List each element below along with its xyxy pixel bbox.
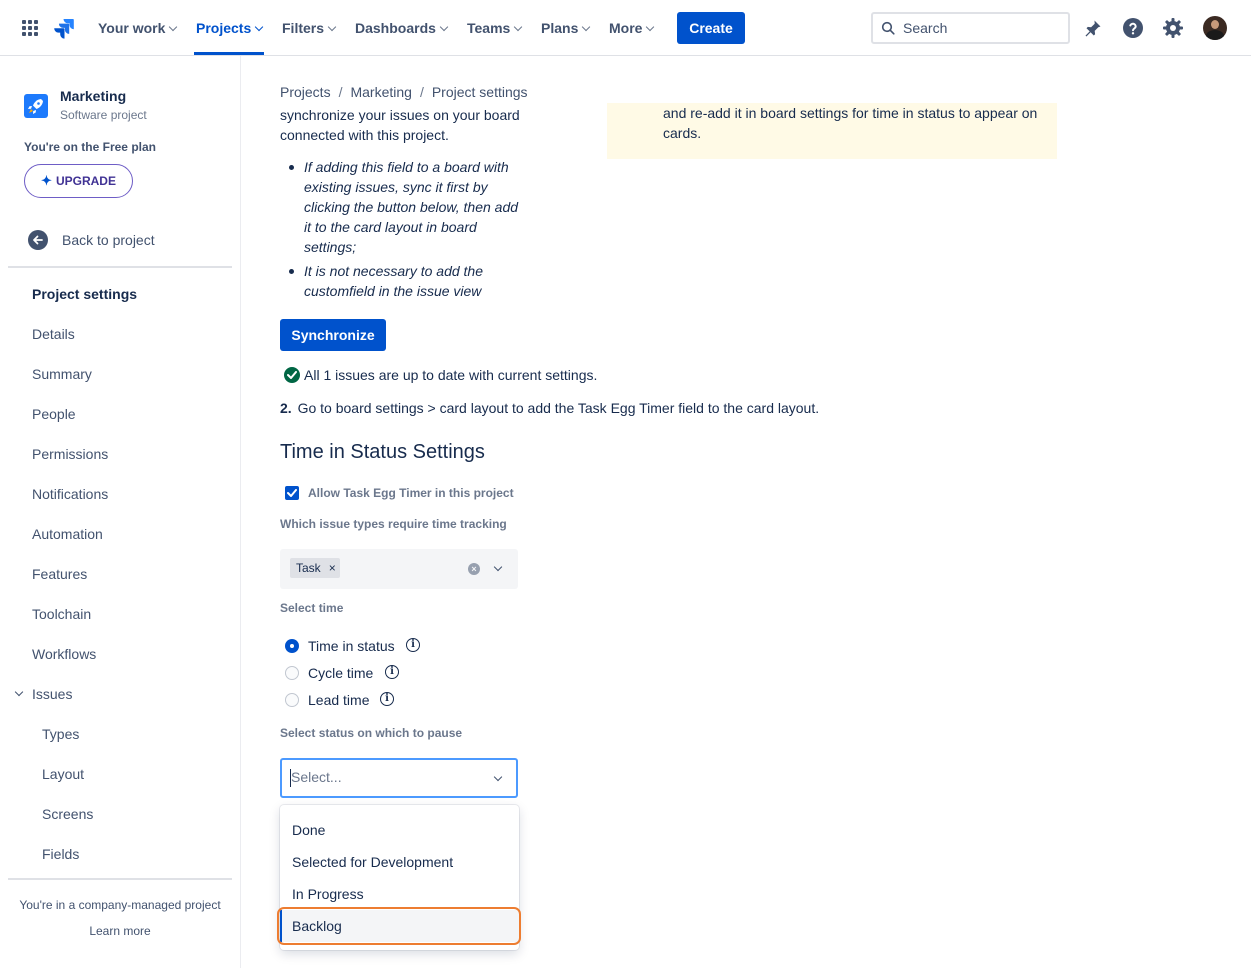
sidebar-item-issues[interactable]: Issues <box>32 684 72 704</box>
nav-more[interactable]: More <box>609 18 655 38</box>
synchronize-button[interactable]: Synchronize <box>280 319 386 351</box>
issue-types-multiselect[interactable]: Task × × <box>280 549 518 589</box>
nav-projects[interactable]: Projects <box>196 18 264 38</box>
project-type: Software project <box>60 108 147 122</box>
chevron-down-icon <box>582 22 591 32</box>
create-button[interactable]: Create <box>677 12 745 44</box>
step-two-text: 2. Go to board settings > card layout to… <box>280 400 820 416</box>
sidebar-divider <box>8 266 232 268</box>
option-done[interactable]: Done <box>280 814 519 846</box>
chevron-down-icon <box>169 22 178 32</box>
sidebar-item-people[interactable]: People <box>32 404 76 424</box>
sidebar-divider <box>8 878 232 880</box>
remove-tag-icon[interactable]: × <box>329 561 336 575</box>
chevron-down-icon[interactable] <box>493 562 503 572</box>
sidebar-item-layout[interactable]: Layout <box>42 764 84 784</box>
search-icon <box>881 21 895 35</box>
user-avatar[interactable] <box>1203 16 1227 40</box>
clear-icon[interactable]: × <box>468 563 480 575</box>
radio-unselected-icon <box>285 693 299 707</box>
top-navigation: Your work Projects Filters Dashboards Te… <box>0 0 1251 56</box>
chevron-down-icon <box>439 22 449 32</box>
sidebar-item-fields[interactable]: Fields <box>42 844 79 864</box>
project-rocket-icon <box>24 94 48 118</box>
project-name: Marketing <box>60 88 127 104</box>
info-icon[interactable]: i <box>385 665 399 679</box>
sparkle-icon: ✦ <box>41 173 52 188</box>
radio-unselected-icon <box>285 666 299 680</box>
sidebar-item-summary[interactable]: Summary <box>32 364 92 384</box>
active-nav-indicator <box>194 52 264 55</box>
sidebar-item-workflows[interactable]: Workflows <box>32 644 96 664</box>
sidebar-item-automation[interactable]: Automation <box>32 524 103 544</box>
nav-teams[interactable]: Teams <box>467 18 523 38</box>
app-switcher-icon[interactable] <box>22 20 38 36</box>
warning-text: and re-add it in board settings for time… <box>663 105 1038 141</box>
upgrade-button[interactable]: ✦ UPGRADE <box>24 164 133 198</box>
jira-logo-icon[interactable] <box>52 16 76 40</box>
notifications-icon[interactable] <box>1081 16 1105 40</box>
chevron-down-icon <box>646 22 655 32</box>
issue-types-label: Which issue types require time tracking <box>280 517 507 531</box>
plan-text: You're on the Free plan <box>24 140 156 154</box>
option-selected-for-development[interactable]: Selected for Development <box>280 846 519 878</box>
sidebar-item-toolchain[interactable]: Toolchain <box>32 604 91 624</box>
sidebar-section-title: Project settings <box>32 286 138 302</box>
issue-type-tag: Task × <box>290 558 340 578</box>
settings-gear-icon[interactable] <box>1161 16 1185 40</box>
learn-more-link[interactable]: Learn more <box>0 924 240 938</box>
sidebar-item-notifications[interactable]: Notifications <box>32 484 108 504</box>
nav-filters[interactable]: Filters <box>282 18 337 38</box>
breadcrumb-projects[interactable]: Projects <box>280 84 331 100</box>
sidebar-item-details[interactable]: Details <box>32 324 75 344</box>
option-backlog[interactable]: Backlog <box>280 910 519 942</box>
pause-status-label: Select status on which to pause <box>280 726 463 740</box>
chevron-down-icon[interactable] <box>14 687 24 697</box>
select-time-label: Select time <box>280 601 344 615</box>
search-input[interactable]: Search <box>871 12 1070 44</box>
warning-panel: and re-add it in board settings for time… <box>607 103 1057 159</box>
instructions-list: If adding this field to a board with exi… <box>286 157 526 305</box>
list-item: It is not necessary to add the customfie… <box>286 261 526 301</box>
sidebar-item-features[interactable]: Features <box>32 564 87 584</box>
check-circle-icon <box>284 367 300 383</box>
help-icon[interactable] <box>1121 16 1145 40</box>
breadcrumb-marketing[interactable]: Marketing <box>350 84 411 100</box>
breadcrumb-project-settings[interactable]: Project settings <box>432 84 528 100</box>
sidebar-item-screens[interactable]: Screens <box>42 804 93 824</box>
list-item: If adding this field to a board with exi… <box>286 157 526 257</box>
info-icon[interactable]: i <box>406 638 420 652</box>
info-icon[interactable]: i <box>380 692 394 706</box>
company-managed-text: You're in a company-managed project <box>19 898 221 912</box>
checkbox-checked-icon <box>285 486 299 500</box>
chevron-down-icon <box>514 22 523 32</box>
breadcrumb: Projects / Marketing / Project settings <box>280 84 528 100</box>
nav-plans[interactable]: Plans <box>541 18 591 38</box>
chevron-down-icon <box>327 22 337 32</box>
arrow-left-icon <box>28 230 48 250</box>
select-placeholder: Select... <box>291 769 342 785</box>
chevron-down-icon <box>255 22 264 32</box>
option-in-progress[interactable]: In Progress <box>280 878 519 910</box>
chevron-down-icon[interactable] <box>493 772 503 782</box>
nav-dashboards[interactable]: Dashboards <box>355 18 449 38</box>
status-dropdown-menu: Done Selected for Development In Progres… <box>280 805 519 950</box>
sidebar-item-types[interactable]: Types <box>42 724 79 744</box>
project-sidebar: Marketing Software project You're on the… <box>0 56 241 968</box>
intro-text: synchronize your issues on your board co… <box>280 107 520 143</box>
sidebar-item-permissions[interactable]: Permissions <box>32 444 108 464</box>
nav-your-work[interactable]: Your work <box>98 18 178 38</box>
radio-selected-icon <box>285 639 299 653</box>
search-placeholder: Search <box>903 20 948 36</box>
pause-status-select[interactable]: Select... <box>280 758 518 798</box>
section-title: Time in Status Settings <box>280 441 485 463</box>
